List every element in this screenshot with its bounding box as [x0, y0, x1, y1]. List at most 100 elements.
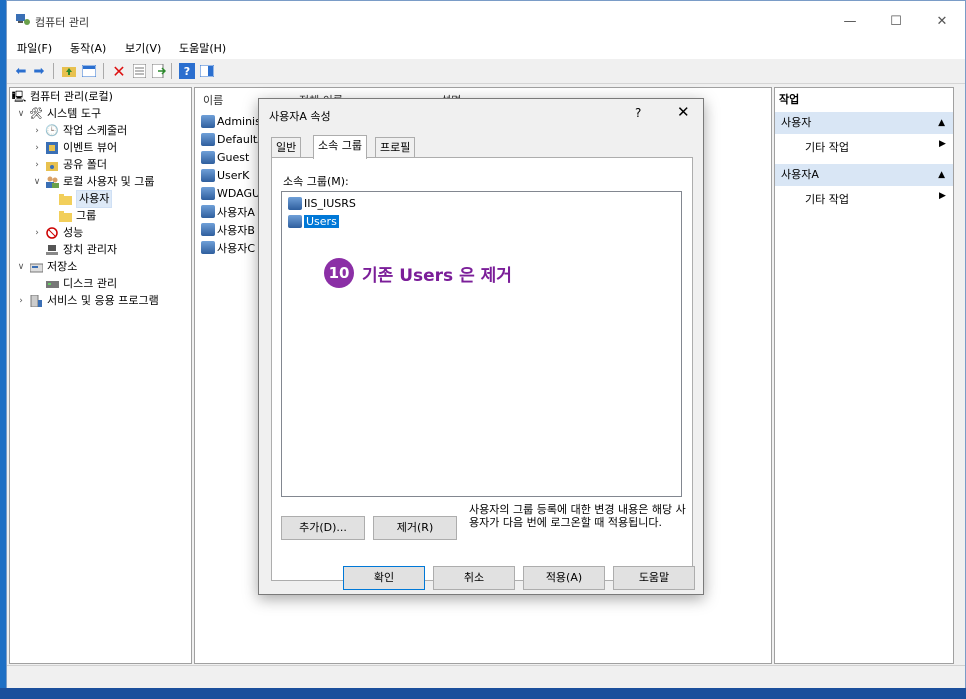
user-properties-dialog: 사용자A 속성 ? ✕ 일반 소속 그룹 프로필 소속 그룹(M): IIS_I… [258, 98, 704, 595]
list-item[interactable]: UserK [201, 168, 249, 183]
back-icon[interactable]: ⬅ [13, 63, 29, 79]
menu-view[interactable]: 보기(V) [125, 40, 161, 56]
disk-icon [45, 278, 59, 291]
export-icon[interactable] [151, 63, 167, 79]
help-icon[interactable]: ? [179, 63, 195, 79]
taskbar [0, 688, 966, 699]
tree-item-event-viewer[interactable]: › 이벤트 뷰어 [32, 140, 117, 156]
dialog-close-button[interactable]: ✕ [677, 103, 690, 121]
list-item[interactable]: Guest [201, 150, 249, 165]
group-list[interactable]: IIS_IUSRS Users [281, 191, 682, 497]
chevron-right-icon[interactable]: › [32, 123, 42, 139]
tree-item-performance[interactable]: › 성능 [32, 225, 83, 241]
dialog-help-text-button[interactable]: 도움말 [613, 566, 695, 590]
user-icon [201, 205, 215, 218]
collapse-icon[interactable]: ▲ [938, 164, 945, 186]
tab-profile[interactable]: 프로필 [375, 137, 416, 158]
properties-icon[interactable] [131, 63, 147, 79]
submenu-arrow-icon: ▶ [939, 139, 946, 149]
list-item[interactable]: 사용자A [201, 204, 255, 219]
tree-item-system-tools[interactable]: ∨ 🛠 시스템 도구 [16, 106, 101, 122]
chevron-right-icon[interactable]: › [32, 225, 42, 241]
apply-button[interactable]: 적용(A) [523, 566, 605, 590]
status-bar [7, 665, 965, 688]
list-item[interactable]: DefaultA [201, 132, 265, 147]
tree-item-shared-folders[interactable]: › 공유 폴더 [32, 157, 107, 173]
folder-icon [58, 193, 72, 206]
services-icon [29, 295, 43, 308]
cancel-button[interactable]: 취소 [433, 566, 515, 590]
step-instruction: 기존 Users 은 제거 [362, 265, 512, 286]
tab-member-of[interactable]: 소속 그룹 [313, 135, 367, 159]
toolbar-separator [103, 63, 104, 79]
menu-help[interactable]: 도움말(H) [179, 40, 226, 56]
menu-file[interactable]: 파일(F) [17, 40, 52, 56]
tree-item-users[interactable]: 사용자 [58, 190, 113, 208]
computer-management-icon [15, 13, 31, 27]
maximize-button[interactable]: ☐ [873, 11, 919, 33]
window-title: 컴퓨터 관리 [35, 16, 90, 29]
folder-icon [58, 210, 72, 223]
menu-action[interactable]: 동작(A) [70, 40, 106, 56]
list-item[interactable]: Users [288, 213, 339, 229]
tree-item-device-manager[interactable]: 장치 관리자 [45, 242, 117, 258]
chevron-down-icon[interactable]: ∨ [16, 259, 26, 275]
ok-button[interactable]: 확인 [343, 566, 425, 590]
tree-item-services-apps[interactable]: › 서비스 및 응용 프로그램 [16, 293, 159, 309]
action-pane-header: 작업 [779, 93, 800, 106]
minimize-button[interactable]: — [827, 11, 873, 33]
chevron-right-icon[interactable]: › [16, 293, 26, 309]
console-tree: 🖳 컴퓨터 관리(로컬) ∨ 🛠 시스템 도구 › 🕒 작업 스케줄러 › 이벤트 뷰어 ›… [9, 87, 192, 664]
chevron-down-icon[interactable]: ∨ [16, 106, 26, 122]
action-group-users[interactable]: 사용자 ▲ [775, 112, 953, 134]
step-number-badge: 10 [324, 258, 354, 288]
tab-general[interactable]: 일반 [271, 137, 302, 158]
group-icon [288, 196, 302, 210]
chevron-right-icon[interactable]: › [32, 157, 42, 173]
collapse-icon[interactable]: ▲ [938, 112, 945, 134]
toolbar-separator [53, 63, 54, 79]
list-item[interactable]: 사용자B [201, 222, 255, 237]
tree-item-local-users-groups[interactable]: ∨ 로컬 사용자 및 그룹 [32, 174, 154, 190]
tools-icon: 🛠 [29, 107, 43, 120]
remove-group-button[interactable]: 제거(R) [373, 516, 457, 540]
column-header-name[interactable]: 이름 [203, 92, 223, 108]
tree-item-computer-management[interactable]: 🖳 컴퓨터 관리(로컬) [12, 89, 113, 105]
tree-item-task-scheduler[interactable]: › 🕒 작업 스케줄러 [32, 123, 127, 139]
user-icon [201, 223, 215, 236]
tree-item-groups[interactable]: 그룹 [58, 208, 96, 224]
user-icon [201, 169, 215, 182]
forward-icon[interactable]: ➡ [31, 63, 47, 79]
user-icon [201, 151, 215, 164]
add-group-button[interactable]: 추가(D)... [281, 516, 365, 540]
dialog-title: 사용자A 속성 [269, 110, 331, 123]
computer-management-icon: 🖳 [11, 90, 27, 103]
shared-folder-icon [45, 159, 59, 172]
group-icon [288, 214, 302, 228]
action-more-users[interactable]: 기타 작업 ▶ [805, 139, 946, 155]
action-more-usera[interactable]: 기타 작업 ▶ [805, 191, 946, 207]
clock-icon: 🕒 [45, 124, 59, 137]
member-of-label: 소속 그룹(M): [283, 175, 349, 188]
list-item[interactable]: 사용자C [201, 240, 255, 255]
dialog-help-button[interactable]: ? [635, 106, 641, 120]
list-item[interactable]: WDAGU [201, 186, 260, 201]
chevron-down-icon[interactable]: ∨ [32, 174, 42, 190]
close-button[interactable]: ✕ [919, 11, 965, 33]
performance-icon [45, 227, 59, 240]
user-icon [201, 115, 215, 128]
up-folder-icon[interactable] [61, 63, 77, 79]
list-item[interactable]: IIS_IUSRS [288, 195, 356, 211]
tree-item-storage[interactable]: ∨ 저장소 [16, 259, 78, 275]
chevron-right-icon[interactable]: › [32, 140, 42, 156]
membership-note: 사용자의 그룹 등록에 대한 변경 내용은 해당 사용자가 다음 번에 로그온할… [469, 503, 686, 529]
storage-icon [29, 261, 43, 274]
delete-icon[interactable]: ✕ [111, 62, 127, 81]
tree-item-disk-management[interactable]: 디스크 관리 [45, 276, 117, 292]
show-action-pane-icon[interactable] [199, 63, 215, 79]
action-pane: 작업 사용자 ▲ 기타 작업 ▶ 사용자A ▲ 기타 작업 ▶ [774, 87, 954, 664]
show-hide-tree-icon[interactable] [81, 63, 97, 79]
action-group-usera[interactable]: 사용자A ▲ [775, 164, 953, 186]
list-item[interactable]: Adminis [201, 114, 261, 129]
event-viewer-icon [45, 142, 59, 155]
